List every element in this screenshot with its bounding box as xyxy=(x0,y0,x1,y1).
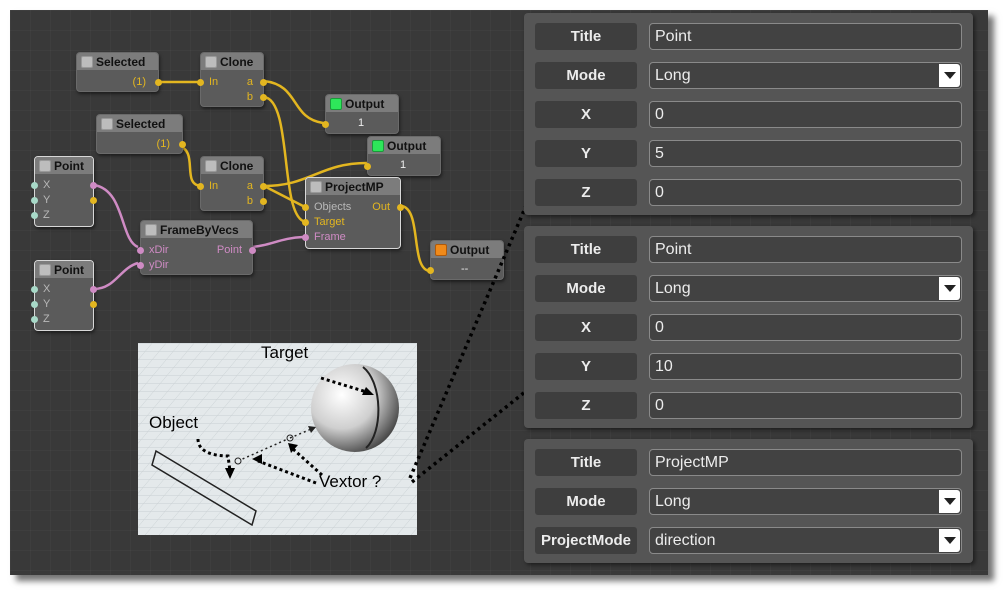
prop-label: X xyxy=(535,314,637,341)
properties-panel-projectmp: Title ProjectMP Mode Long ProjectMode di… xyxy=(524,439,973,563)
chevron-down-icon[interactable] xyxy=(939,64,960,87)
prop-label: Title xyxy=(535,23,637,50)
prop-label: Title xyxy=(535,236,637,263)
prop-label: Y xyxy=(535,353,637,380)
projectmode-select[interactable]: direction xyxy=(649,527,962,554)
prop-label: Mode xyxy=(535,275,637,302)
x-field[interactable]: 0 xyxy=(649,101,962,128)
prop-label: X xyxy=(535,101,637,128)
prop-label: Mode xyxy=(535,488,637,515)
mode-select[interactable]: Long xyxy=(649,62,962,89)
select-value: direction xyxy=(655,532,716,549)
node-graph-canvas[interactable]: Selected (1) Clone In a b Output 1 Selec… xyxy=(10,10,988,575)
z-field[interactable]: 0 xyxy=(649,179,962,206)
prop-label: Z xyxy=(535,179,637,206)
x-field[interactable]: 0 xyxy=(649,314,962,341)
title-field[interactable]: Point xyxy=(649,236,962,263)
select-value: Long xyxy=(655,280,691,297)
y-field[interactable]: 10 xyxy=(649,353,962,380)
properties-panel-point-1: Title Point Mode Long X 0 Y 5 Z 0 xyxy=(524,13,973,215)
chevron-down-icon[interactable] xyxy=(939,277,960,300)
select-value: Long xyxy=(655,493,691,510)
chevron-down-icon[interactable] xyxy=(939,529,960,552)
z-field[interactable]: 0 xyxy=(649,392,962,419)
mode-select[interactable]: Long xyxy=(649,488,962,515)
title-field[interactable]: ProjectMP xyxy=(649,449,962,476)
prop-label: Mode xyxy=(535,62,637,89)
prop-label: Y xyxy=(535,140,637,167)
y-field[interactable]: 5 xyxy=(649,140,962,167)
mode-select[interactable]: Long xyxy=(649,275,962,302)
select-value: Long xyxy=(655,67,691,84)
properties-panel-point-2: Title Point Mode Long X 0 Y 10 Z 0 xyxy=(524,226,973,428)
prop-label: ProjectMode xyxy=(535,527,637,554)
prop-label: Z xyxy=(535,392,637,419)
title-field[interactable]: Point xyxy=(649,23,962,50)
chevron-down-icon[interactable] xyxy=(939,490,960,513)
prop-label: Title xyxy=(535,449,637,476)
